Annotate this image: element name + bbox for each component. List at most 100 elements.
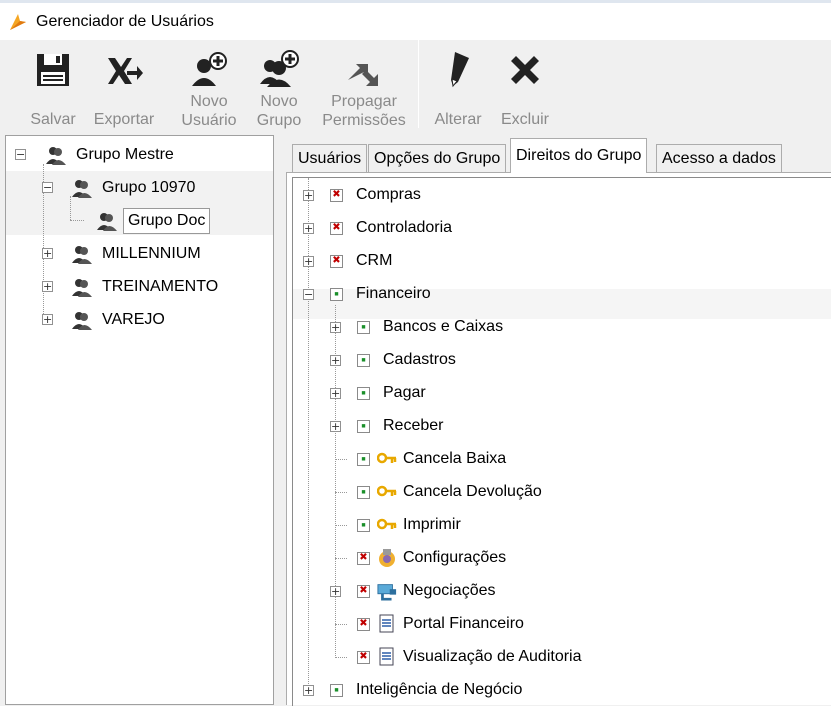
permission-checkbox[interactable]: ■	[357, 320, 370, 334]
permission-checkbox[interactable]: ✖	[357, 584, 370, 598]
permission-checkbox[interactable]: ✖	[357, 650, 370, 664]
tab-label: Acesso a dados	[662, 149, 776, 167]
expand-toggle[interactable]: +	[42, 248, 53, 259]
rights-item[interactable]: ■ Inteligência de Negócio	[330, 679, 522, 701]
permission-checkbox[interactable]: ✖	[330, 254, 343, 268]
tree-node-grupo-10970[interactable]: Grupo 10970	[70, 177, 195, 199]
rights-item[interactable]: ✖ CRM	[330, 250, 392, 272]
tab-direitos-do-grupo[interactable]: Direitos do Grupo	[510, 138, 648, 173]
expand-toggle[interactable]: +	[330, 586, 341, 597]
rights-item-label: Cadastros	[383, 351, 456, 368]
tree-node-label: VAREJO	[102, 311, 165, 328]
tree-line	[70, 220, 84, 221]
save-label: Salvar	[30, 111, 76, 128]
tree-node-grupo-mestre[interactable]: Grupo Mestre	[44, 144, 174, 166]
expand-toggle[interactable]: +	[303, 256, 314, 267]
new-user-button[interactable]: Novo Usuário	[176, 44, 242, 130]
tree-line	[335, 525, 347, 526]
settings-icon	[377, 548, 397, 568]
document-icon	[377, 614, 397, 634]
group-tree-panel[interactable]: − Grupo Mestre − Grupo 10970 Grupo Doc +…	[5, 135, 274, 705]
rights-item[interactable]: ✖ Portal Financeiro	[357, 613, 524, 635]
tree-node-treinamento[interactable]: TREINAMENTO	[70, 276, 218, 298]
rights-tree[interactable]: + ✖ Compras + ✖ Controladoria + ✖ CRM − ■ Financeir…	[292, 177, 831, 706]
permission-checkbox[interactable]: ■	[330, 683, 343, 697]
tab-usuarios[interactable]: Usuários	[292, 144, 368, 172]
permission-checkbox[interactable]: ✖	[357, 551, 370, 565]
rights-item[interactable]: ✖ Configurações	[357, 547, 506, 569]
expand-toggle[interactable]: +	[42, 314, 53, 325]
collapse-toggle[interactable]: −	[42, 182, 53, 193]
collapse-toggle[interactable]: −	[15, 149, 26, 160]
rights-item[interactable]: ■ Cancela Devolução	[357, 481, 542, 503]
window-title: Gerenciador de Usuários	[36, 12, 214, 30]
permission-checkbox[interactable]: ■	[330, 287, 343, 301]
expand-toggle[interactable]: +	[330, 388, 341, 399]
permission-checkbox[interactable]: ■	[357, 452, 370, 466]
export-button[interactable]: Exportar	[88, 44, 160, 130]
expand-toggle[interactable]: +	[330, 421, 341, 432]
new-group-button[interactable]: Novo Grupo	[250, 44, 308, 130]
rights-item-label: Pagar	[383, 384, 426, 401]
title-bar: Gerenciador de Usuários	[0, 0, 831, 40]
rights-item[interactable]: ■ Receber	[357, 415, 443, 437]
rights-item-label: Bancos e Caixas	[383, 318, 504, 335]
tree-node-grupo-doc[interactable]: Grupo Doc	[95, 208, 211, 234]
new-user-label: Novo Usuário	[181, 93, 237, 129]
permission-checkbox[interactable]: ■	[357, 353, 370, 367]
propagate-permissions-button[interactable]: Propagar Permissões	[316, 44, 412, 130]
tree-node-millennium[interactable]: MILLENNIUM	[70, 243, 201, 265]
rights-item[interactable]: ■ Financeiro	[330, 283, 431, 305]
rights-item[interactable]: ✖ Controladoria	[330, 217, 452, 239]
collapse-toggle[interactable]: −	[303, 289, 314, 300]
tree-line	[335, 459, 347, 460]
tab-label: Usuários	[298, 149, 362, 167]
expand-toggle[interactable]: +	[303, 685, 314, 696]
edit-label: Alterar	[434, 111, 482, 128]
tree-line	[335, 624, 347, 625]
tree-line	[335, 558, 347, 559]
permission-checkbox[interactable]: ■	[357, 386, 370, 400]
save-button[interactable]: Salvar	[26, 44, 80, 130]
rights-item-label: Inteligência de Negócio	[356, 681, 523, 698]
delete-icon	[511, 56, 539, 84]
expand-toggle[interactable]: +	[303, 223, 314, 234]
permission-checkbox[interactable]: ■	[357, 518, 370, 532]
rights-item[interactable]: ■ Cadastros	[357, 349, 456, 371]
rights-item-label: Receber	[383, 417, 444, 434]
rights-item[interactable]: ■ Cancela Baixa	[357, 448, 506, 470]
permission-checkbox[interactable]: ✖	[330, 188, 343, 202]
key-icon	[377, 482, 397, 502]
edit-button[interactable]: Alterar	[428, 44, 488, 130]
permission-checkbox[interactable]: ■	[357, 419, 370, 433]
permission-checkbox[interactable]: ✖	[357, 617, 370, 631]
group-icon	[72, 180, 92, 198]
propagate-permissions-label: Propagar Permissões	[322, 93, 406, 129]
group-icon	[72, 279, 92, 297]
tab-opcoes-do-grupo[interactable]: Opções do Grupo	[368, 144, 507, 172]
rights-item[interactable]: ■ Pagar	[357, 382, 426, 404]
rights-item[interactable]: ✖ Negociações	[357, 580, 496, 602]
rights-item[interactable]: ✖ Compras	[330, 184, 421, 206]
tree-node-varejo[interactable]: VAREJO	[70, 309, 165, 331]
permission-checkbox[interactable]: ■	[357, 485, 370, 499]
delete-button[interactable]: Excluir	[496, 44, 554, 130]
rights-item-label: CRM	[356, 252, 393, 269]
expand-toggle[interactable]: +	[330, 322, 341, 333]
permission-checkbox[interactable]: ✖	[330, 221, 343, 235]
propagate-icon	[348, 64, 378, 86]
new-group-label: Novo Grupo	[256, 93, 302, 129]
tab-acesso-a-dados[interactable]: Acesso a dados	[656, 144, 782, 172]
rights-item-label: Configurações	[403, 549, 507, 566]
rights-item[interactable]: ■ Imprimir	[357, 514, 461, 536]
group-icon	[97, 213, 117, 231]
tree-line	[70, 196, 71, 220]
rights-item[interactable]: ✖ Visualização de Auditoria	[357, 646, 582, 668]
export-icon	[108, 58, 143, 84]
expand-toggle[interactable]: +	[303, 190, 314, 201]
rights-item[interactable]: ■ Bancos e Caixas	[357, 316, 503, 338]
expand-toggle[interactable]: +	[330, 355, 341, 366]
expand-toggle[interactable]: +	[42, 281, 53, 292]
rights-item-label: Portal Financeiro	[403, 615, 524, 632]
rights-item-label: Negociações	[403, 582, 496, 599]
